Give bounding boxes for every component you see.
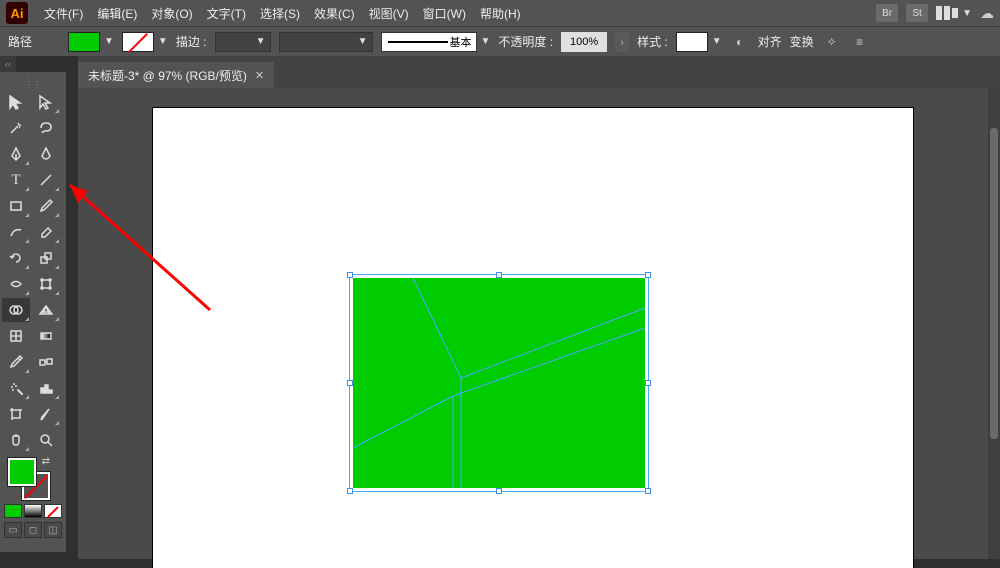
blend-tool[interactable] <box>32 350 60 374</box>
scrollbar-thumb[interactable] <box>990 128 998 439</box>
brush-definition-dropdown[interactable]: 基本 <box>381 32 477 52</box>
mesh-tool[interactable] <box>2 324 30 348</box>
column-graph-tool[interactable] <box>32 376 60 400</box>
bridge-icon[interactable]: Br <box>876 4 898 22</box>
stroke-dropdown-icon[interactable]: ▼ <box>158 36 168 47</box>
paintbrush-tool[interactable] <box>32 194 60 218</box>
handle-bottom-left[interactable] <box>347 488 353 494</box>
options-menu-icon[interactable]: ≡ <box>850 32 870 52</box>
width-tool[interactable] <box>2 272 30 296</box>
draw-normal-icon[interactable]: ▭ <box>4 522 22 538</box>
handle-bottom-right[interactable] <box>645 488 651 494</box>
color-mode-gradient[interactable] <box>24 504 42 518</box>
opacity-step-icon[interactable]: › <box>615 32 629 52</box>
menu-window[interactable]: 窗口(W) <box>417 1 472 26</box>
pen-tool[interactable] <box>2 142 30 166</box>
arrange-documents-icon[interactable] <box>936 6 958 20</box>
stroke-swatch[interactable] <box>122 32 154 52</box>
collapse-dock-icon[interactable]: ‹‹ <box>0 56 16 72</box>
rectangle-tool[interactable] <box>2 194 30 218</box>
menu-view[interactable]: 视图(V) <box>363 1 415 26</box>
panel-grab-icon[interactable]: ⋮⋮ <box>2 76 64 86</box>
app-icon: Ai <box>6 2 28 24</box>
eraser-tool[interactable] <box>32 220 60 244</box>
align-button[interactable]: 对齐 <box>758 33 782 50</box>
artboard-tool[interactable] <box>2 402 30 426</box>
magic-wand-tool[interactable] <box>2 116 30 140</box>
slice-tool[interactable] <box>32 402 60 426</box>
fill-dropdown-icon[interactable]: ▼ <box>104 36 114 47</box>
path-label: 路径 <box>8 33 32 50</box>
opacity-label: 不透明度 : <box>498 33 553 50</box>
screen-mode-row: ▭ ◻ ◫ <box>4 522 62 538</box>
tool-panel: ⋮⋮ T <box>0 72 66 552</box>
perspective-grid-tool[interactable] <box>32 298 60 322</box>
hand-tool[interactable] <box>2 428 30 452</box>
isolate-icon[interactable]: ✧ <box>822 32 842 52</box>
document-tab-title: 未标题-3* @ 97% (RGB/预览) <box>88 67 247 84</box>
fill-stroke-colors[interactable]: ⇄ <box>8 458 50 500</box>
rotate-tool[interactable] <box>2 246 30 270</box>
color-mode-solid[interactable] <box>4 504 22 518</box>
style-label: 样式 : <box>637 33 668 50</box>
eyedropper-tool[interactable] <box>2 350 30 374</box>
green-rectangle-object[interactable] <box>353 278 645 488</box>
type-tool[interactable]: T <box>2 168 30 192</box>
menu-help[interactable]: 帮助(H) <box>474 1 527 26</box>
sync-icon[interactable]: ☁ <box>980 5 994 22</box>
curvature-tool[interactable] <box>32 142 60 166</box>
stroke-weight-dropdown[interactable]: ▼ <box>215 32 271 52</box>
graphic-style-swatch[interactable] <box>676 32 708 52</box>
zoom-tool[interactable] <box>32 428 60 452</box>
shaper-tool[interactable] <box>2 220 30 244</box>
fill-swatch[interactable] <box>68 32 100 52</box>
style-dropdown-icon[interactable]: ▼ <box>712 36 722 47</box>
color-mode-none[interactable] <box>44 504 62 518</box>
handle-top-right[interactable] <box>645 272 651 278</box>
canvas-area[interactable] <box>78 88 988 559</box>
recolor-artwork-icon[interactable]: ◐ <box>730 32 750 52</box>
menu-effect[interactable]: 效果(C) <box>308 1 361 26</box>
close-tab-icon[interactable]: ✕ <box>255 69 264 82</box>
artboard[interactable] <box>153 108 913 568</box>
handle-bottom-mid[interactable] <box>496 488 502 494</box>
scale-tool[interactable] <box>32 246 60 270</box>
fill-color-swatch[interactable] <box>8 458 36 486</box>
shape-builder-tool[interactable] <box>2 298 30 322</box>
document-tab-strip: 未标题-3* @ 97% (RGB/预览) ✕ <box>78 56 1000 88</box>
color-mode-row <box>4 504 62 518</box>
dropdown-arrow-icon[interactable]: ▼ <box>962 8 972 19</box>
menu-object[interactable]: 对象(O) <box>145 1 198 26</box>
line-tool[interactable] <box>32 168 60 192</box>
vertical-scrollbar[interactable] <box>988 88 1000 559</box>
draw-behind-icon[interactable]: ◻ <box>24 522 42 538</box>
draw-inside-icon[interactable]: ◫ <box>44 522 62 538</box>
direct-selection-tool[interactable] <box>32 90 60 114</box>
menu-edit[interactable]: 编辑(E) <box>91 1 143 26</box>
brush-dropdown-icon[interactable]: ▼ <box>481 36 491 47</box>
selection-tool[interactable] <box>2 90 30 114</box>
menu-select[interactable]: 选择(S) <box>254 1 306 26</box>
opacity-input[interactable]: 100% <box>561 32 607 52</box>
variable-width-dropdown[interactable]: ▼ <box>279 32 373 52</box>
transform-button[interactable]: 变换 <box>790 33 814 50</box>
menu-bar: Ai 文件(F) 编辑(E) 对象(O) 文字(T) 选择(S) 效果(C) 视… <box>0 0 1000 26</box>
free-transform-tool[interactable] <box>32 272 60 296</box>
menu-file[interactable]: 文件(F) <box>38 1 89 26</box>
options-bar: 路径 ▼ ▼ 描边 : ▼ ▼ 基本 ▼ 不透明度 : 100% › 样式 : … <box>0 26 1000 56</box>
symbol-sprayer-tool[interactable] <box>2 376 30 400</box>
document-tab[interactable]: 未标题-3* @ 97% (RGB/预览) ✕ <box>78 62 274 88</box>
swap-colors-icon[interactable]: ⇄ <box>42 456 50 467</box>
stock-icon[interactable]: St <box>906 4 928 22</box>
stroke-label: 描边 : <box>176 33 207 50</box>
lasso-tool[interactable] <box>32 116 60 140</box>
menu-type[interactable]: 文字(T) <box>201 1 252 26</box>
handle-mid-right[interactable] <box>645 380 651 386</box>
gradient-tool[interactable] <box>32 324 60 348</box>
